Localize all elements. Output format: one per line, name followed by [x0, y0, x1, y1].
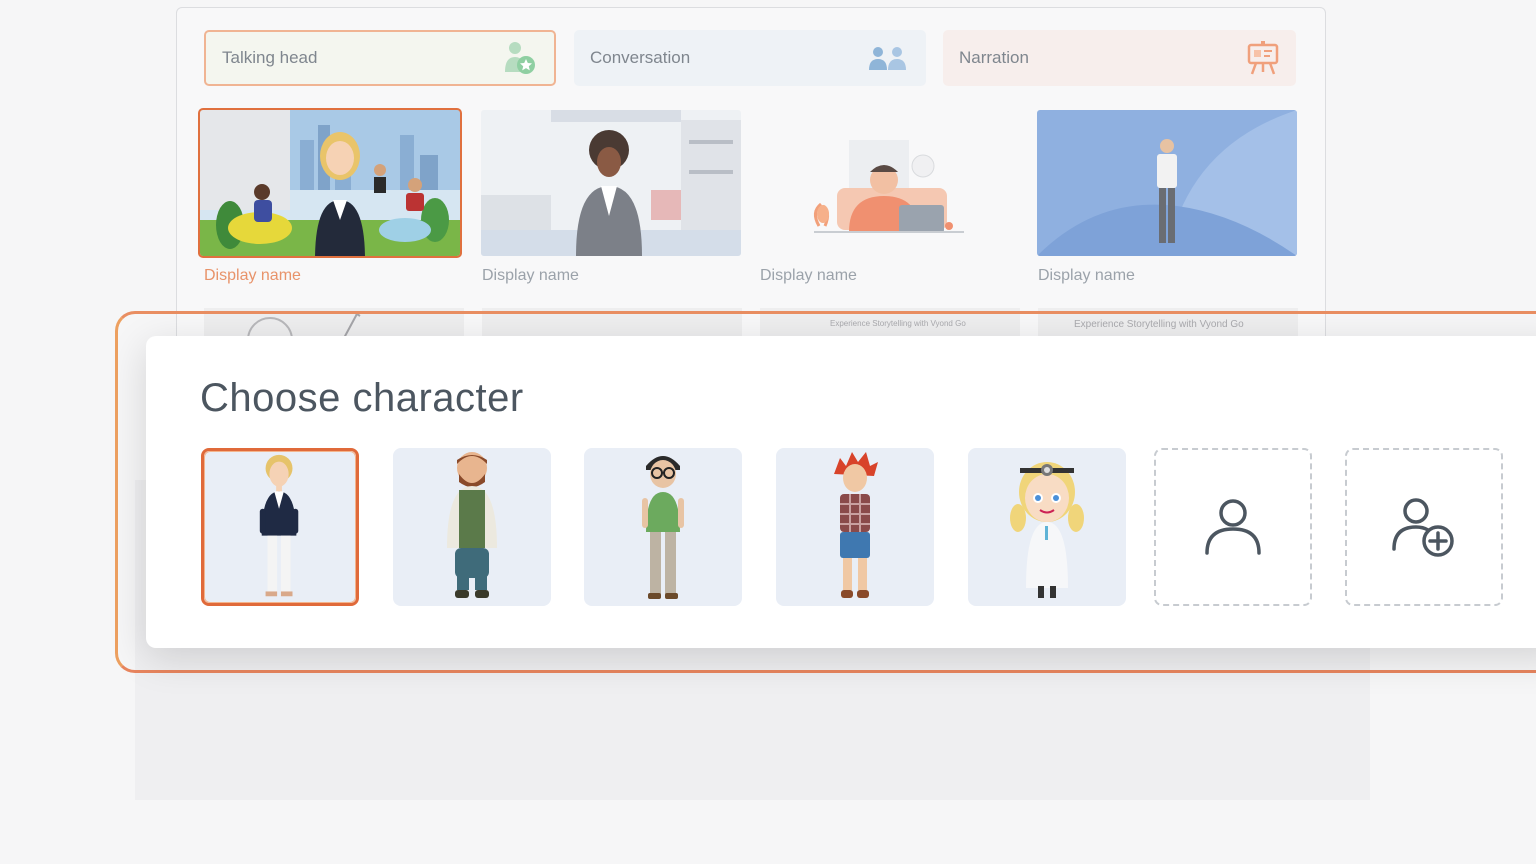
template-panel: Talking head Conversation Narration Disp…	[176, 7, 1326, 349]
template-thumbnail-office[interactable]	[481, 110, 741, 256]
template-label: Display name	[760, 267, 857, 284]
presentation-board-icon	[1246, 40, 1280, 76]
character-card-man-with-glasses[interactable]	[584, 448, 742, 606]
tab-narration[interactable]: Narration	[943, 30, 1296, 86]
conversation-icon	[866, 43, 910, 73]
add-character-button[interactable]	[1345, 448, 1503, 606]
modal-title: Choose character	[200, 376, 524, 420]
choose-character-modal: Choose character	[146, 336, 1536, 648]
character-card-bearded-man[interactable]	[393, 448, 551, 606]
tab-label: Conversation	[590, 48, 691, 67]
tab-label: Talking head	[222, 48, 318, 67]
talking-head-icon	[500, 39, 538, 77]
character-card-blonde-businesswoman[interactable]	[201, 448, 359, 606]
template-thumbnail-blue-background[interactable]	[1037, 110, 1297, 256]
template-thumbnail-desk[interactable]	[759, 110, 1019, 256]
tab-label: Narration	[959, 48, 1029, 67]
tab-conversation[interactable]: Conversation	[574, 30, 926, 86]
template-thumbnail-office-lounge[interactable]	[198, 108, 462, 258]
character-card-doctor-girl[interactable]	[968, 448, 1126, 606]
template-label: Display name	[1038, 267, 1135, 284]
template-label: Display name	[204, 267, 301, 284]
tab-talking-head[interactable]: Talking head	[204, 30, 556, 86]
select-user-button[interactable]	[1154, 448, 1312, 606]
template-label: Display name	[482, 267, 579, 284]
character-card-red-haired-kid[interactable]	[776, 448, 934, 606]
